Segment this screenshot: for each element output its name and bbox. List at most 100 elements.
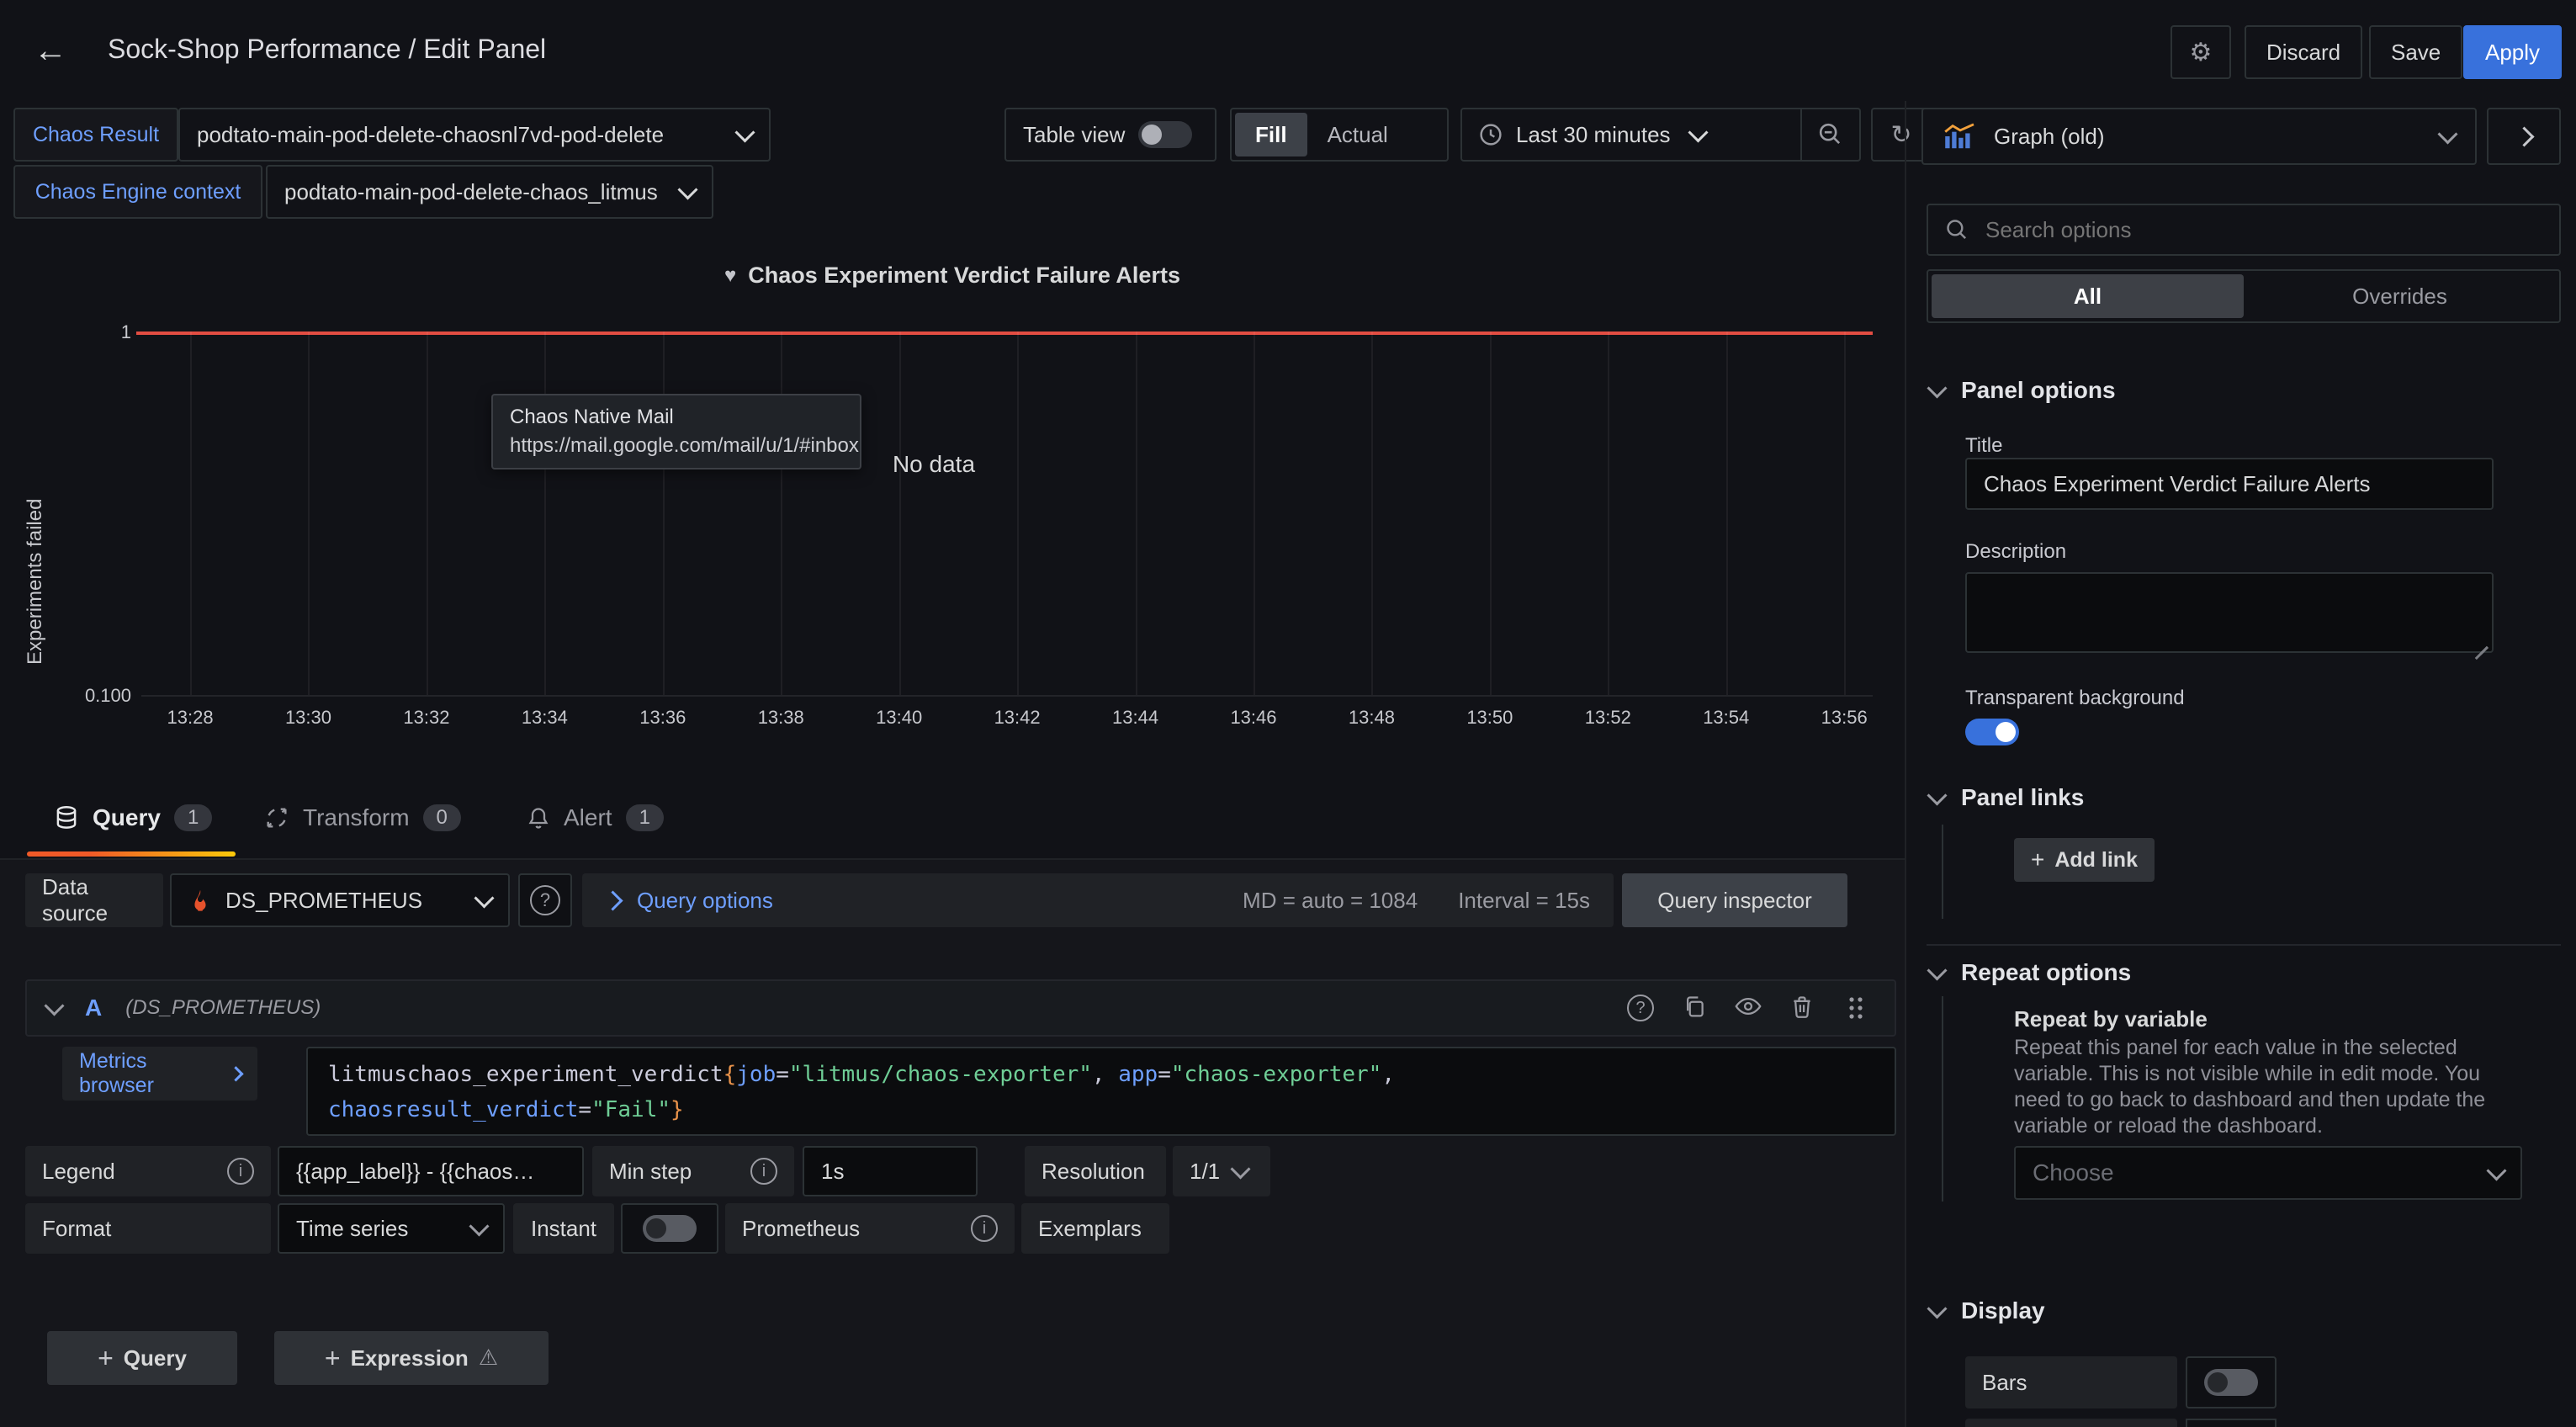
tab-alert[interactable]: Alert 1 [527,804,664,831]
collapse-options-button[interactable] [2487,108,2561,165]
metrics-browser-button[interactable]: Metrics browser [62,1047,257,1101]
visualization-picker[interactable]: Graph (old) [1921,108,2477,165]
toggle-visibility-button[interactable] [1730,995,1767,1021]
apply-button[interactable]: Apply [2463,25,2562,79]
drag-handle[interactable] [1837,995,1874,1021]
panel-links-header[interactable]: Panel links [1930,784,2084,811]
query-options-bar[interactable]: Query options MD = auto = 1084 Interval … [582,873,1614,927]
variable-value-chaos-result[interactable]: podtato-main-pod-delete-chaosnl7vd-pod-d… [178,108,771,162]
chevron-right-icon [228,1066,243,1081]
query-inspector-button[interactable]: Query inspector [1622,873,1847,927]
tooltip-url[interactable]: https://mail.google.com/mail/u/1/#inbox [510,434,843,458]
graph-viz-icon [1943,123,1977,150]
x-tick-label: 13:56 [1821,707,1868,729]
format-label: Format [25,1203,271,1254]
repeat-variable-select[interactable]: Choose [2014,1146,2522,1200]
x-gridline [1608,332,1609,695]
save-button[interactable]: Save [2369,25,2462,79]
add-query-button[interactable]: + Query [47,1331,237,1385]
variable-value-chaos-engine-context[interactable]: podtato-main-pod-delete-chaos_litmus [266,165,713,219]
back-arrow-icon[interactable]: ← [34,27,74,74]
x-gridline [1017,332,1019,695]
legend-input[interactable]: {{app_label}} - {{chaos… [278,1146,584,1196]
link-tooltip: Chaos Native Mail https://mail.google.co… [491,394,861,469]
repeat-options-header[interactable]: Repeat options [1930,959,2131,986]
x-tick-label: 13:46 [1230,707,1276,729]
viz-name: Graph (old) [1994,124,2424,150]
prometheus-type-label: Prometheus i [725,1203,1015,1254]
bars-label: Bars [1965,1356,2177,1408]
copy-icon [1683,995,1706,1018]
x-gridline [427,332,428,695]
exemplars-label[interactable]: Exemplars [1021,1203,1169,1254]
plot-area[interactable]: 13:2813:3013:3213:3413:3613:3813:4013:42… [141,332,1873,697]
tab-all[interactable]: All [1932,274,2244,318]
legend-label: Legend i [25,1146,271,1196]
bars-toggle-box[interactable] [2186,1356,2277,1408]
tab-transform[interactable]: Transform 0 [264,804,461,831]
discard-button[interactable]: Discard [2245,25,2362,79]
x-gridline [308,332,310,695]
clock-icon [1479,123,1503,146]
search-options-input[interactable] [1982,215,2542,245]
delete-query-button[interactable] [1784,995,1821,1021]
title-input[interactable] [1967,471,2492,497]
x-tick-label: 13:30 [285,707,331,729]
promql-editor[interactable]: litmuschaos_experiment_verdict{job="litm… [306,1047,1896,1136]
add-expression-button[interactable]: + Expression ⚠ [274,1331,549,1385]
query-count-badge: 1 [174,804,212,831]
resolution-label: Resolution [1025,1146,1166,1196]
x-tick-label: 13:52 [1585,707,1631,729]
collapse-chevron-icon[interactable] [44,995,64,1016]
chart-header[interactable]: ♥ Chaos Experiment Verdict Failure Alert… [0,263,1905,289]
query-row-header[interactable]: A (DS_PROMETHEUS) ? [25,979,1896,1037]
next-option-row-cutoff [1965,1419,2177,1427]
min-step-input[interactable]: 1s [803,1146,978,1196]
zoom-out-icon [1818,122,1843,147]
bell-icon [527,805,550,830]
search-options-box[interactable] [1927,204,2561,256]
add-link-button[interactable]: + Add link [2014,838,2155,882]
description-textarea[interactable] [1965,572,2494,653]
x-tick-label: 13:44 [1112,707,1158,729]
resolution-select[interactable]: 1/1 [1173,1146,1270,1196]
x-gridline [1136,332,1137,695]
x-tick-label: 13:40 [876,707,922,729]
actual-segment[interactable]: Actual [1307,113,1408,156]
display-header[interactable]: Display [1930,1297,2045,1324]
section-indent-line [1942,825,1943,919]
repeat-by-variable-label: Repeat by variable [2014,1006,2208,1032]
description-field-label: Description [1965,540,2066,564]
datasource-picker[interactable]: DS_PROMETHEUS [170,873,510,927]
interval-text: Interval = 15s [1458,888,1590,914]
tooltip-title: Chaos Native Mail [510,406,843,429]
transparent-bg-toggle[interactable] [1965,719,2019,751]
chevron-down-icon [469,1216,489,1236]
x-tick-label: 13:54 [1703,707,1749,729]
x-tick-label: 13:48 [1349,707,1395,729]
tab-query[interactable]: Query 1 [54,804,212,831]
time-range-picker[interactable]: Last 30 minutes [1462,109,1800,160]
format-select[interactable]: Time series [278,1203,505,1254]
datasource-help-button[interactable]: ? [518,873,572,927]
table-view-toggle-group[interactable]: Table view [1004,108,1216,162]
resize-handle[interactable] [2473,633,2489,648]
zoom-out-button[interactable] [1800,109,1859,160]
datasource-label: Data source [25,873,163,927]
fill-segment[interactable]: Fill [1235,113,1307,156]
title-field[interactable] [1965,458,2494,510]
x-gridline [1371,332,1373,695]
query-help-button[interactable]: ? [1622,995,1659,1021]
x-gridline [1490,332,1492,695]
panel-settings-button[interactable]: ⚙ [2171,25,2231,79]
tab-overrides[interactable]: Overrides [2244,274,2556,318]
repeat-description: Repeat this panel for each value in the … [2014,1035,2526,1139]
panel-options-header[interactable]: Panel options [1930,377,2116,404]
no-data-text: No data [850,451,1018,478]
duplicate-query-button[interactable] [1676,995,1713,1021]
table-view-toggle[interactable] [1138,121,1192,148]
instant-toggle-box[interactable] [621,1203,718,1254]
page-title: Sock-Shop Performance / Edit Panel [108,34,546,65]
instant-toggle[interactable] [643,1215,697,1242]
bars-toggle[interactable] [2204,1369,2258,1396]
